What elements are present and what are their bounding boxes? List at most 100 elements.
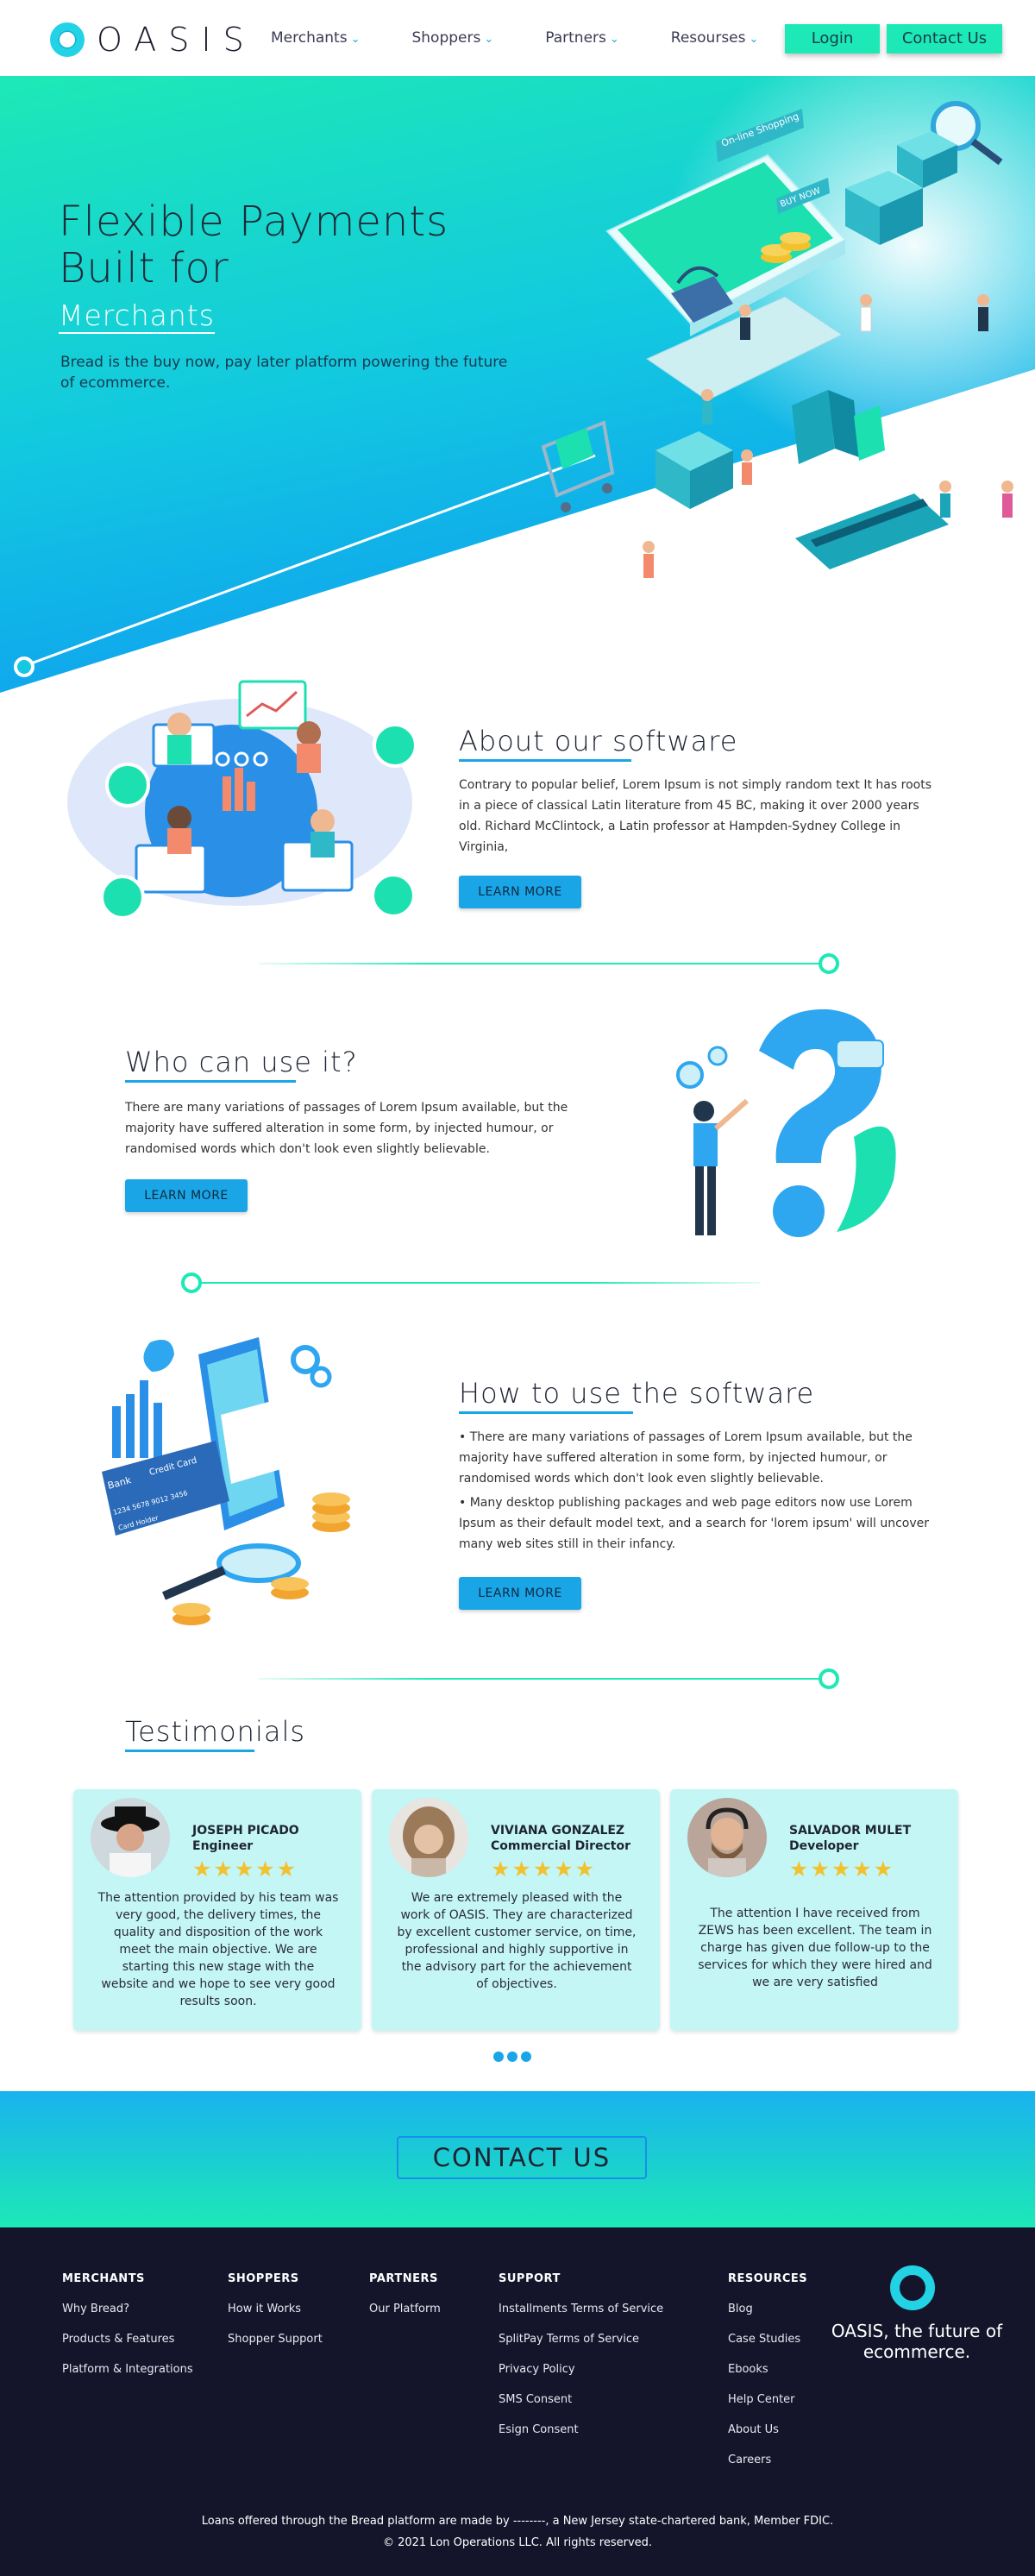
carousel-dot[interactable] (521, 2051, 531, 2062)
testimonial-role: Engineer (192, 1839, 254, 1853)
footer-heading: SHOPPERS (228, 2272, 299, 2285)
gear-icon (291, 1345, 320, 1374)
testimonial-text: The attention provided by his team was v… (97, 1891, 339, 2008)
star-rating-icon: ★★★★★ (789, 1857, 895, 1882)
shopping-cart-icon (541, 420, 615, 512)
about-learn-more-button[interactable]: LEARN MORE (459, 876, 581, 908)
testimonial-card: SALVADOR MULET Developer ★★★★★ The atten… (670, 1789, 958, 2031)
footer-heading: MERCHANTS (62, 2272, 145, 2285)
contact-us-button[interactable]: Contact Us (887, 24, 1002, 53)
logo-ring-icon (50, 22, 85, 57)
chevron-down-icon: ⌄ (749, 33, 759, 46)
nav-item-merchants[interactable]: Merchants ⌄ (271, 29, 360, 47)
carousel-dot[interactable] (493, 2051, 504, 2062)
hero-section: On-line Shopping BUY NOW Flexible Paymen… (0, 76, 1035, 697)
howto-title: How to use the software (459, 1377, 815, 1410)
footer-heading: PARTNERS (369, 2272, 438, 2285)
footer-link[interactable]: Platform & Integrations (62, 2363, 193, 2376)
footer-link[interactable]: SplitPay Terms of Service (499, 2333, 663, 2346)
brand-name: OASIS (97, 21, 256, 59)
who-title: Who can use it? (125, 1046, 358, 1078)
section-divider (259, 1678, 825, 1680)
ship-icon (100, 875, 145, 920)
contact-us-cta-button[interactable]: CONTACT US (397, 2136, 647, 2179)
footer-tagline: OASIS, the future of ecommerce. (831, 2321, 1003, 2362)
who-text: There are many variations of passages of… (125, 1101, 568, 1156)
divider-dot (819, 1668, 839, 1689)
hero-title-line1: Flexible Payments (59, 198, 449, 246)
testimonial-card: VIVIANA GONZALEZ Commercial Director ★★★… (372, 1789, 660, 2031)
testimonial-text: We are extremely pleased with the work o… (397, 1891, 637, 1991)
about-title: About our software (459, 725, 738, 757)
hero-title: Flexible Payments Built for (59, 198, 448, 292)
footer-logo-ring-icon (890, 2265, 935, 2310)
testimonial-name: VIVIANA GONZALEZ (491, 1824, 625, 1838)
shopping-bags-illustration (792, 390, 885, 464)
nav-item-partners[interactable]: Partners ⌄ (545, 29, 619, 47)
footer-link[interactable]: About Us (728, 2423, 807, 2436)
nav-label: Resourses (670, 29, 746, 47)
howto-learn-more-button[interactable]: LEARN MORE (459, 1577, 581, 1610)
testimonials-title: Testimonials (125, 1715, 305, 1748)
footer-link[interactable]: Esign Consent (499, 2423, 663, 2436)
footer-column-partners: PARTNERS Our Platform (369, 2272, 441, 2333)
footer-link[interactable]: Our Platform (369, 2303, 441, 2315)
chevron-down-icon: ⌄ (484, 33, 494, 46)
hero-subtitle-link[interactable]: Merchants (59, 298, 215, 334)
chevron-down-icon: ⌄ (609, 33, 619, 46)
footer-link[interactable]: SMS Consent (499, 2393, 663, 2406)
testimonials-title-underline (125, 1750, 254, 1752)
gear-icon (310, 1366, 332, 1388)
testimonial-role: Commercial Director (491, 1839, 631, 1853)
footer-link[interactable]: Case Studies (728, 2333, 807, 2346)
top-navbar: OASIS Merchants ⌄ Shoppers ⌄ Partners ⌄ Res… (0, 0, 1035, 76)
howto-bullet-1: • There are many variations of passages … (459, 1430, 913, 1486)
footer-link[interactable]: Privacy Policy (499, 2363, 663, 2376)
footer-heading: RESOURCES (728, 2272, 808, 2285)
nav-item-resources[interactable]: Resourses ⌄ (671, 29, 759, 47)
nav-item-shoppers[interactable]: Shoppers ⌄ (411, 29, 493, 47)
section-divider (191, 1282, 761, 1284)
nav-label: Merchants (271, 29, 348, 47)
footer-link[interactable]: Careers (728, 2453, 807, 2466)
brand-logo[interactable]: OASIS (50, 21, 256, 59)
contact-band: CONTACT US (0, 2091, 1035, 2227)
who-learn-more-button[interactable]: LEARN MORE (125, 1179, 248, 1212)
star-rating-icon: ★★★★★ (491, 1857, 597, 1882)
carousel-dot[interactable] (507, 2051, 518, 2062)
divider-dot (181, 1272, 202, 1293)
shopping-illustration: On-line Shopping BUY NOW (541, 101, 1013, 578)
footer-link[interactable]: Shopper Support (228, 2333, 323, 2346)
footer-link[interactable]: Ebooks (728, 2363, 807, 2376)
nav-label: Shoppers (411, 29, 481, 47)
question-mark-illustration (676, 1008, 896, 1237)
testimonial-text: The attention I have received from ZEWS … (698, 1907, 932, 1989)
chevron-down-icon: ⌄ (350, 33, 361, 46)
footer-link[interactable]: Why Bread? (62, 2303, 193, 2315)
spreadsheet-icon (105, 763, 150, 807)
footer-link[interactable]: Help Center (728, 2393, 807, 2406)
hero-description: Bread is the buy now, pay later platform… (60, 354, 508, 392)
footer-column-resources: RESOURCES Blog Case Studies Ebooks Help … (728, 2272, 807, 2484)
nav-label: Partners (545, 29, 606, 47)
footer-link[interactable]: Installments Terms of Service (499, 2303, 663, 2315)
login-button[interactable]: Login (785, 24, 880, 53)
truck-icon (371, 873, 416, 918)
avatar (389, 1798, 468, 1877)
about-text: Contrary to popular belief, Lorem Ipsum … (459, 778, 932, 854)
legal-disclaimer: Loans offered through the Bread platform… (201, 2515, 834, 2528)
copyright: © 2021 Lon Operations LLC. All rights re… (382, 2536, 653, 2549)
avatar (91, 1798, 170, 1877)
footer-link[interactable]: How it Works (228, 2303, 323, 2315)
avatar (687, 1798, 767, 1877)
divider-dot (819, 953, 839, 974)
footer-link[interactable]: Blog (728, 2303, 807, 2315)
footer-link[interactable]: Products & Features (62, 2333, 193, 2346)
hero-title-line2: Built for (59, 244, 229, 292)
credit-card-illustration (795, 493, 949, 569)
footer-legal: Loans offered through the Bread platform… (0, 2510, 1035, 2554)
testimonial-name: JOSEPH PICADO (192, 1824, 299, 1838)
testimonial-name: SALVADOR MULET (789, 1824, 912, 1838)
footer-heading: SUPPORT (499, 2272, 561, 2285)
gear-icon (676, 1061, 704, 1089)
